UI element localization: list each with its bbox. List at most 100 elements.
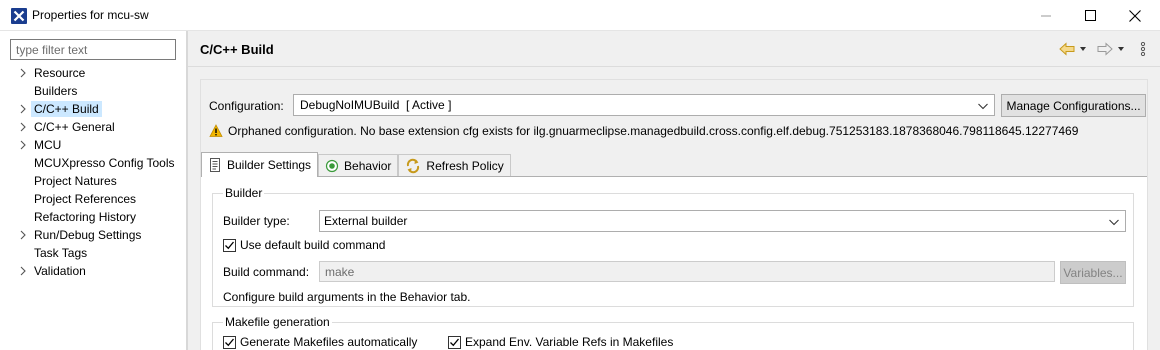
tree-item-label: MCUXpresso Config Tools [34, 156, 175, 170]
forward-button[interactable] [1095, 40, 1127, 58]
chevron-right-icon[interactable] [14, 136, 31, 154]
tab-builder-settings[interactable]: Builder Settings [201, 152, 319, 177]
app-icon [11, 8, 27, 24]
page-header: C/C++ Build [188, 31, 1160, 67]
tree-item-builders[interactable]: Builders [14, 82, 186, 100]
configuration-select[interactable]: DebugNoIMUBuild [ Active ] [293, 94, 995, 116]
tree-item-label: Resource [34, 66, 86, 80]
build-command-value: make [325, 264, 355, 279]
behavior-tab-note: Configure build arguments in the Behavio… [223, 290, 471, 304]
tree-item-refactoring-history[interactable]: Refactoring History [14, 208, 186, 226]
configuration-label: Configuration: [209, 99, 284, 113]
close-button[interactable] [1112, 0, 1158, 31]
checkbox-box[interactable] [448, 335, 461, 349]
chevron-right-icon[interactable] [14, 262, 31, 280]
title-bar: Properties for mcu-sw [0, 0, 1160, 31]
checkmark-icon [450, 338, 460, 346]
tree-item-label: Validation [34, 264, 86, 278]
tree-item-mcu[interactable]: MCU [14, 136, 186, 154]
checkmark-icon [225, 241, 235, 249]
close-icon [1129, 9, 1141, 22]
tree-item-label: Builders [34, 84, 78, 98]
tab-behavior[interactable]: Behavior [318, 154, 399, 176]
expand-env-variable-refs-label: Expand Env. Variable Refs in Makefiles [465, 335, 674, 349]
orphan-warning: Orphaned configuration. No base extensio… [209, 124, 1078, 138]
checkbox-box[interactable] [223, 335, 236, 349]
behavior-icon [325, 159, 339, 172]
tab-behavior-label: Behavior [344, 158, 392, 173]
view-menu-button[interactable] [1137, 40, 1149, 58]
configuration-value: DebugNoIMUBuild [ Active ] [300, 98, 452, 112]
tab-builder-settings-label: Builder Settings [227, 158, 312, 172]
tree-item-mcuxpresso-config-tools[interactable]: MCUXpresso Config Tools [14, 154, 186, 172]
builder-type-label: Builder type: [223, 214, 290, 228]
back-arrow-icon [1059, 42, 1086, 56]
manage-configurations-button[interactable]: Manage Configurations... [1001, 94, 1146, 117]
forward-arrow-icon [1097, 42, 1124, 56]
tree-item-c-c-build[interactable]: C/C++ Build [14, 100, 186, 118]
warning-text: Orphaned configuration. No base extensio… [228, 124, 1079, 138]
window-title: Properties for mcu-sw [32, 8, 149, 22]
tree-item-label: Project Natures [34, 174, 117, 188]
minimize-icon [1041, 15, 1051, 16]
tab-refresh-policy[interactable]: Refresh Policy [398, 154, 511, 176]
tree-item-task-tags[interactable]: Task Tags [14, 244, 186, 262]
generate-makefiles-label: Generate Makefiles automatically [240, 335, 418, 349]
chevron-right-icon[interactable] [14, 100, 31, 118]
tree-item-label: C/C++ Build [31, 101, 102, 117]
makefile-group-title: Makefile generation [223, 315, 332, 329]
builder-group-title: Builder [223, 186, 265, 200]
minimize-button[interactable] [1023, 0, 1069, 31]
tree-item-validation[interactable]: Validation [14, 262, 186, 280]
tree-item-run-debug-settings[interactable]: Run/Debug Settings [14, 226, 186, 244]
makefile-group: Makefile generation Generate Makefiles a… [212, 315, 1134, 350]
page-content: Configuration: DebugNoIMUBuild [ Active … [200, 79, 1148, 350]
maximize-icon [1084, 10, 1096, 21]
chevron-down-icon [1109, 219, 1119, 226]
tree-item-label: Refactoring History [34, 210, 137, 224]
builder-settings-icon [210, 158, 220, 172]
builder-group: Builder Builder type: External builder U… [212, 186, 1134, 307]
checkbox-box[interactable] [223, 238, 236, 252]
tree-item-label: C/C++ General [34, 120, 115, 134]
tab-refresh-policy-label: Refresh Policy [426, 158, 504, 173]
generate-makefiles-checkbox[interactable]: Generate Makefiles automatically [223, 335, 417, 349]
chevron-right-icon[interactable] [14, 64, 31, 82]
warning-icon [209, 124, 223, 137]
build-command-input[interactable]: make [319, 261, 1055, 282]
refresh-policy-icon [407, 158, 420, 173]
tree-item-c-c-general[interactable]: C/C++ General [14, 118, 186, 136]
maximize-button[interactable] [1067, 0, 1113, 31]
tree-item-project-natures[interactable]: Project Natures [14, 172, 186, 190]
tree-item-label: Run/Debug Settings [34, 228, 142, 242]
property-page: C/C++ Build Configuration: DebugNoIMUBui… [188, 31, 1160, 350]
variables-button[interactable]: Variables... [1060, 261, 1126, 284]
tree-item-label: MCU [34, 138, 62, 152]
expand-env-variable-refs-checkbox[interactable]: Expand Env. Variable Refs in Makefiles [448, 335, 673, 349]
builder-settings-panel: Builder Builder type: External builder U… [201, 176, 1147, 350]
checkmark-icon [225, 338, 235, 346]
back-button[interactable] [1058, 40, 1088, 58]
chevron-right-icon[interactable] [14, 226, 31, 244]
use-default-build-command-label: Use default build command [240, 238, 386, 252]
navigation-pane: Resource Builders C/C++ Build C/C++ General… [0, 31, 186, 350]
builder-type-select[interactable]: External builder [319, 210, 1126, 232]
tree-item-label: Task Tags [34, 246, 88, 260]
use-default-build-command-checkbox[interactable]: Use default build command [223, 238, 385, 252]
property-tree: Resource Builders C/C++ Build C/C++ General… [14, 64, 186, 280]
filter-input[interactable] [10, 39, 176, 60]
build-command-label: Build command: [223, 265, 310, 279]
page-title: C/C++ Build [200, 42, 274, 57]
chevron-right-icon[interactable] [14, 118, 31, 136]
more-vertical-icon [1140, 42, 1146, 56]
builder-type-value: External builder [324, 214, 408, 228]
tree-item-project-references[interactable]: Project References [14, 190, 186, 208]
tree-item-resource[interactable]: Resource [14, 64, 186, 82]
chevron-down-icon [978, 103, 988, 110]
